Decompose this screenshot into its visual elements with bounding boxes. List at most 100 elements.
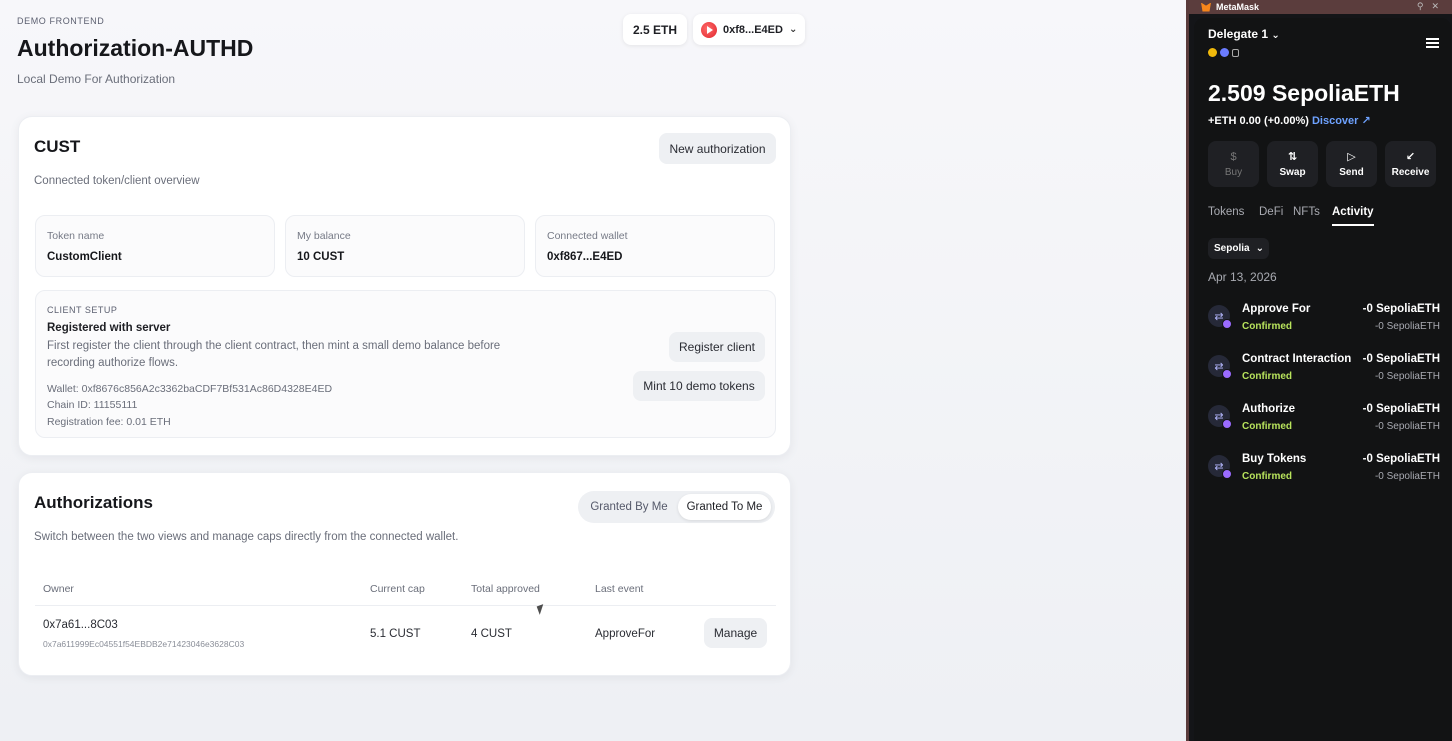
stat-my-balance: My balance 10 CUST [285,215,525,277]
metamask-body: Delegate 1 ⌄ 2.509 SepoliaETH +ETH 0.00 … [1194,18,1451,741]
metamask-panel: MetaMask ⚲✕ Delegate 1 ⌄ 2.509 SepoliaET… [1186,0,1452,741]
tab-nfts[interactable]: NFTs [1293,206,1320,218]
manage-button[interactable]: Manage [704,618,767,648]
tx-status: Confirmed [1242,321,1292,332]
tx-amount: -0 SepoliaETH [1362,353,1440,365]
tx-amount: -0 SepoliaETH [1362,303,1440,315]
list-item[interactable]: ⇄ Buy Tokens Confirmed -0 SepoliaETH -0 … [1208,451,1440,491]
list-item[interactable]: ⇄ Contract Interaction Confirmed -0 Sepo… [1208,351,1440,391]
contract-icon: ⇄ [1208,455,1232,479]
owner-short: 0x7a61...8C03 [43,619,118,631]
last-event: ApproveFor [595,628,656,640]
send-button[interactable]: ▷ Send [1326,141,1377,187]
cust-description: Connected token/client overview [34,175,200,187]
buy-label: Buy [1224,166,1243,178]
contract-icon: ⇄ [1208,305,1232,329]
list-item[interactable]: ⇄ Authorize Confirmed -0 SepoliaETH -0 S… [1208,401,1440,441]
wallet-connector[interactable]: 2.5 ETH 0xf8...E4ED ⌄ [623,14,806,45]
tx-status: Confirmed [1242,371,1292,382]
col-total-approved: Total approved [471,583,540,595]
stat-label: Connected wallet [547,230,628,242]
tx-subamount: -0 SepoliaETH [1374,471,1440,482]
chevron-down-icon: ⌄ [1271,30,1280,41]
receive-icon: ↙ [1405,151,1416,163]
chevron-down-icon: ⌄ [1255,243,1264,254]
tx-subamount: -0 SepoliaETH [1374,321,1440,332]
tx-amount: -0 SepoliaETH [1362,453,1440,465]
col-owner: Owner [43,583,74,595]
stat-token-name: Token name CustomClient [35,215,275,277]
new-authorization-button[interactable]: New authorization [659,133,776,164]
close-icon[interactable]: ✕ [1431,1,1447,11]
col-last-event: Last event [595,583,644,595]
chevron-down-icon: ⌄ [788,24,798,35]
setup-wallet: Wallet: 0xf8676c856A2c3362baCDF7Bf531Ac8… [47,383,333,395]
account-selector[interactable]: Delegate 1 ⌄ [1208,27,1280,41]
stat-value: CustomClient [47,251,122,263]
tx-title: Buy Tokens [1242,453,1307,465]
tx-status: Confirmed [1242,421,1292,432]
setup-heading: Registered with server [47,322,171,334]
setup-fee: Registration fee: 0.01 ETH [47,416,171,428]
granted-toggle[interactable]: Granted By Me Granted To Me [578,491,775,523]
tab-activity[interactable]: Activity [1332,206,1374,226]
send-label: Send [1339,167,1364,178]
copy-icon[interactable] [1232,48,1239,57]
tab-granted-by-me[interactable]: Granted By Me [582,494,676,520]
wallet-account-button[interactable]: 0xf8...E4ED ⌄ [693,14,806,45]
contract-icon: ⇄ [1208,405,1232,429]
tx-amount: -0 SepoliaETH [1362,403,1440,415]
list-item[interactable]: ⇄ Approve For Confirmed -0 SepoliaETH -0… [1208,301,1440,341]
owner-full: 0x7a611999Ec04551f54EBDB2e71423046e3628C… [43,639,245,649]
contract-icon: ⇄ [1208,355,1232,379]
stat-label: Token name [47,230,105,242]
swap-label: Swap [1279,167,1306,178]
window-controls[interactable]: ⚲✕ [1417,1,1447,12]
buy-button[interactable]: $ Buy [1208,141,1259,187]
client-setup-panel: CLIENT SETUP Registered with server Firs… [35,290,776,438]
setup-description: First register the client through the cl… [47,340,501,369]
page-subtitle: Local Demo For Authorization [17,72,176,86]
tx-status: Confirmed [1242,471,1292,482]
network-badge-icon [1220,48,1229,57]
swap-button[interactable]: ⇅ Swap [1267,141,1318,187]
balance-change-value: +ETH 0.00 (+0.00%) [1208,115,1309,127]
account-name: Delegate 1 [1208,27,1269,41]
avatar [701,21,718,38]
tab-tokens[interactable]: Tokens [1208,206,1244,218]
receive-button[interactable]: ↙ Receive [1385,141,1436,187]
cust-card: CUST New authorization Connected token/c… [18,116,791,456]
tx-title: Approve For [1242,303,1311,315]
balance-change: +ETH 0.00 (+0.00%) Discover ↗ [1208,114,1371,127]
current-cap: 5.1 CUST [370,628,421,640]
register-client-button[interactable]: Register client [669,332,765,362]
metamask-titlebar: MetaMask ⚲✕ [1189,0,1452,14]
send-icon: ▷ [1347,151,1356,163]
tx-title: Contract Interaction [1242,353,1352,365]
hamburger-menu-icon[interactable] [1426,38,1439,48]
pin-icon[interactable]: ⚲ [1417,1,1432,11]
swap-icon: ⇅ [1287,151,1298,163]
wallet-balance[interactable]: 2.5 ETH [623,14,688,45]
tab-granted-to-me[interactable]: Granted To Me [678,494,771,520]
stat-connected-wallet: Connected wallet 0xf867...E4ED [535,215,775,277]
authorizations-title: Authorizations [34,493,153,512]
table-divider [35,605,776,606]
token-badge-icon [1208,48,1217,57]
col-current-cap: Current cap [370,583,425,595]
cust-title: CUST [34,137,81,156]
tx-title: Authorize [1242,403,1296,415]
stat-label: My balance [297,230,351,242]
mint-demo-tokens-button[interactable]: Mint 10 demo tokens [633,371,765,401]
network-filter[interactable]: Sepolia ⌄ [1208,238,1269,259]
wallet-balance: 2.509 SepoliaETH [1208,80,1400,106]
tx-subamount: -0 SepoliaETH [1374,421,1440,432]
discover-link[interactable]: Discover ↗ [1312,115,1371,127]
tx-subamount: -0 SepoliaETH [1374,371,1440,382]
total-approved: 4 CUST [471,628,512,640]
network-badges [1208,48,1239,57]
metamask-app-name: MetaMask [1216,2,1260,12]
app-eyebrow: DEMO FRONTEND [17,16,105,26]
stat-value: 0xf867...E4ED [547,251,623,263]
tab-defi[interactable]: DeFi [1259,206,1283,218]
